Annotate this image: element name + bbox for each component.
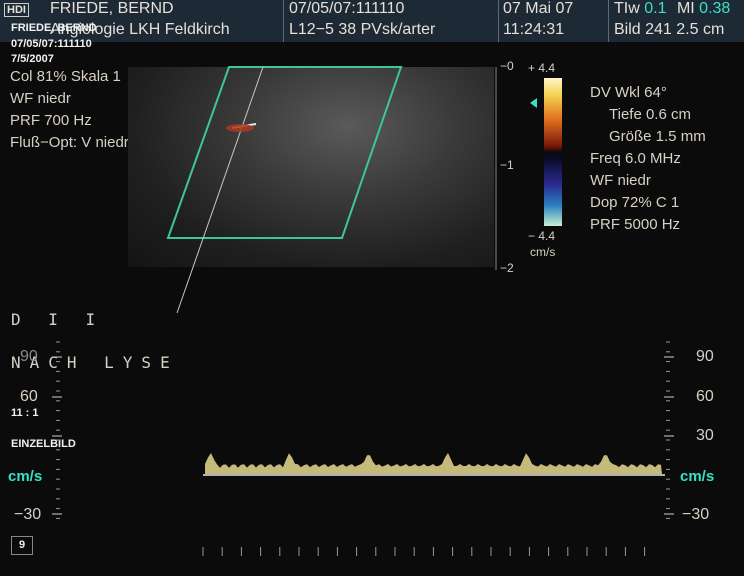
waveform-envelope	[205, 453, 662, 474]
frame-number-badge: 9	[11, 536, 33, 555]
spectral-doppler-trace	[52, 341, 674, 556]
